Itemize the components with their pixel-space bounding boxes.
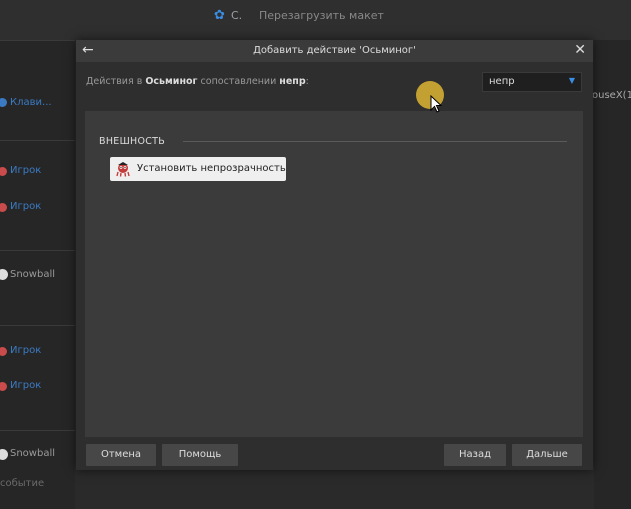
divider: [0, 250, 75, 251]
subheader-object: Осьминог: [145, 76, 198, 87]
dialog-title-bar: ← Добавить действие 'Осьминог' ✕: [76, 40, 593, 62]
section-heading: ВНЕШНОСТЬ: [99, 136, 166, 147]
mouse-pointer-icon: [430, 95, 442, 113]
chevron-down-icon[interactable]: ▼: [569, 76, 575, 85]
background-toolbar: ✿ C. Перезагрузить макет: [0, 0, 631, 40]
actions-list-panel: ВНЕШНОСТЬ Установить непрозрачность: [85, 111, 583, 437]
event-object-label[interactable]: Игрок: [10, 165, 41, 176]
dialog-title: Добавить действие 'Осьминог': [253, 45, 416, 56]
divider: [0, 140, 75, 141]
search-input[interactable]: [489, 76, 559, 87]
player-icon: [0, 203, 7, 212]
toolbar-letter: C.: [231, 9, 243, 22]
background-code-panel: ouseX(1),: [592, 40, 631, 509]
gear-icon[interactable]: ✿: [214, 8, 225, 23]
snowball-icon: [0, 269, 8, 280]
cancel-button[interactable]: Отмена: [86, 444, 156, 466]
subheader-suffix: :: [305, 76, 309, 87]
player-icon: [0, 347, 7, 356]
snowball-icon: [0, 449, 8, 460]
back-button[interactable]: Назад: [444, 444, 506, 466]
background-footer-text: событие: [0, 478, 45, 489]
event-object-label[interactable]: Игрок: [10, 345, 41, 356]
event-object-label[interactable]: Клави...: [10, 97, 52, 108]
add-action-dialog: ← Добавить действие 'Осьминог' ✕ Действи…: [76, 40, 593, 470]
action-label: Установить непрозрачность: [137, 163, 286, 174]
subheader-middle: сопоставлении: [197, 76, 280, 87]
event-object-label[interactable]: Игрок: [10, 201, 41, 212]
help-button[interactable]: Помощь: [162, 444, 238, 466]
section-divider: [183, 141, 567, 142]
actions-subheader: Действия в Осьминог сопоставлении непр:: [86, 76, 309, 87]
dialog-footer: Отмена Помощь Назад Дальше: [76, 440, 593, 470]
background-event-list: Клави... Игрок Игрок Snowball Игрок Игро…: [0, 40, 75, 509]
divider: [0, 325, 75, 326]
subheader-query: непр: [279, 76, 306, 87]
event-object-label[interactable]: Игрок: [10, 380, 41, 391]
player-icon: [0, 382, 7, 391]
subheader-prefix: Действия в: [86, 76, 146, 87]
next-button[interactable]: Дальше: [512, 444, 582, 466]
code-snippet: ouseX(1),: [592, 90, 631, 101]
divider: [0, 40, 75, 41]
close-icon[interactable]: ✕: [574, 42, 586, 58]
event-object-label[interactable]: Snowball: [10, 448, 55, 459]
action-set-opacity[interactable]: Установить непрозрачность: [110, 157, 286, 181]
player-icon: [0, 167, 7, 176]
search-field[interactable]: ▼: [482, 72, 582, 92]
divider: [0, 430, 75, 431]
reload-layout-button[interactable]: Перезагрузить макет: [259, 9, 384, 22]
event-object-label[interactable]: Snowball: [10, 269, 55, 280]
keyboard-icon: [0, 98, 7, 107]
octopus-icon: [116, 162, 130, 177]
